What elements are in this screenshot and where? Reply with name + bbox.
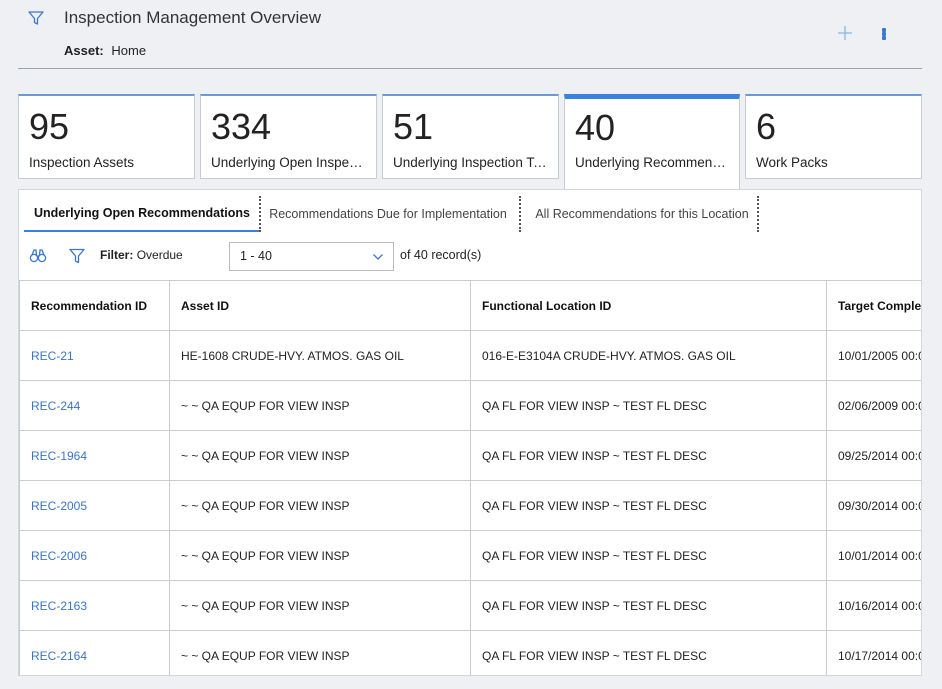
tab-recommendations-due[interactable]: Recommendations Due for Implementation [263,196,513,232]
target-date-cell: 09/25/2014 00:00 [826,430,921,481]
tab-all-recommendations[interactable]: All Recommendations for this Location [525,196,759,232]
functional-location-cell: 016-E-E3104A CRUDE-HVY. ATMOS. GAS OIL [470,330,827,381]
table-row[interactable]: REC-2164 ~ ~ QA EQUP FOR VIEW INSP QA FL… [19,630,921,675]
filter-value: Overdue [136,248,183,262]
functional-location-cell: QA FL FOR VIEW INSP ~ TEST FL DESC [470,630,827,675]
tile-underlying-recommendations[interactable]: 40 Underlying Recommend... [564,94,740,190]
recommendations-table: Recommendation ID Asset ID Functional Lo… [19,280,921,675]
tile-underlying-inspection-tasks[interactable]: 51 Underlying Inspection Ta... [382,94,559,179]
column-header[interactable]: Functional Location ID [470,280,827,331]
target-date-cell: 10/01/2005 00:00 [826,330,921,381]
asset-id-cell: ~ ~ QA EQUP FOR VIEW INSP [169,480,471,531]
functional-location-cell: QA FL FOR VIEW INSP ~ TEST FL DESC [470,480,827,531]
tile-value: 51 [393,106,434,147]
target-date-cell: 10/01/2014 00:00 [826,530,921,581]
filter-icon[interactable] [28,10,44,26]
target-date-cell: 02/06/2009 00:00 [826,380,921,431]
recommendation-id-link[interactable]: REC-2163 [19,580,170,631]
page-range-select[interactable]: 1 - 40 [229,242,394,271]
asset-id-cell: ~ ~ QA EQUP FOR VIEW INSP [169,530,471,581]
page-range-value: 1 - 40 [240,249,272,263]
target-date-cell: 10/16/2014 00:00 [826,580,921,631]
plus-icon[interactable] [836,24,854,42]
table-row[interactable]: REC-2006 ~ ~ QA EQUP FOR VIEW INSP QA FL… [19,530,921,581]
table-row[interactable]: REC-1964 ~ ~ QA EQUP FOR VIEW INSP QA FL… [19,430,921,481]
tab-divider [259,196,261,232]
records-suffix: record(s) [431,248,482,262]
records-prefix: of [400,248,411,262]
functional-location-cell: QA FL FOR VIEW INSP ~ TEST FL DESC [470,430,827,481]
tile-inspection-assets[interactable]: 95 Inspection Assets [18,94,195,179]
functional-location-cell: QA FL FOR VIEW INSP ~ TEST FL DESC [470,530,827,581]
asset-id-cell: ~ ~ QA EQUP FOR VIEW INSP [169,380,471,431]
column-header[interactable]: Recommendation ID [19,280,170,331]
recommendation-id-link[interactable]: REC-2005 [19,480,170,531]
page-header: Inspection Management Overview Asset: Ho… [18,0,922,69]
chevron-down-icon [373,254,383,260]
asset-id-cell: HE-1608 CRUDE-HVY. ATMOS. GAS OIL [169,330,471,381]
tile-value: 95 [29,106,70,147]
tile-caption: Underlying Inspection Ta... [393,155,548,170]
target-date-cell: 09/30/2014 00:00 [826,480,921,531]
tile-value: 334 [211,106,272,147]
tab-divider [519,196,521,232]
tile-underlying-open-inspections[interactable]: 334 Underlying Open Inspect... [200,94,377,179]
target-date-cell: 10/17/2014 00:00 [826,630,921,675]
binoculars-icon[interactable] [29,248,47,264]
asset-breadcrumb: Asset: Home [64,43,146,58]
recommendation-id-link[interactable]: REC-244 [19,380,170,431]
functional-location-cell: QA FL FOR VIEW INSP ~ TEST FL DESC [470,380,827,431]
column-header[interactable]: Target Completion Date [826,280,921,331]
functional-location-cell: QA FL FOR VIEW INSP ~ TEST FL DESC [470,580,827,631]
recommendation-id-link[interactable]: REC-21 [19,330,170,381]
table-row[interactable]: REC-244 ~ ~ QA EQUP FOR VIEW INSP QA FL … [19,380,921,431]
kebab-menu-icon[interactable] [876,24,892,44]
asset-label: Asset: [64,43,104,58]
asset-value: Home [111,43,147,58]
tile-caption: Underlying Recommend... [575,155,730,170]
recommendation-id-link[interactable]: REC-1964 [19,430,170,481]
tile-value: 6 [756,106,777,147]
recommendation-id-link[interactable]: REC-2164 [19,630,170,675]
tile-caption: Underlying Open Inspect... [211,155,366,170]
table-header-row: Recommendation ID Asset ID Functional Lo… [19,280,921,331]
asset-id-cell: ~ ~ QA EQUP FOR VIEW INSP [169,430,471,481]
table-row[interactable]: REC-2005 ~ ~ QA EQUP FOR VIEW INSP QA FL… [19,480,921,531]
asset-id-cell: ~ ~ QA EQUP FOR VIEW INSP [169,630,471,675]
tab-divider [757,196,759,232]
records-count: 40 [413,248,428,262]
column-header[interactable]: Asset ID [169,280,471,331]
record-count: of 40 record(s) [400,248,481,262]
filter-label: Filter: [100,248,134,262]
asset-id-cell: ~ ~ QA EQUP FOR VIEW INSP [169,580,471,631]
filter-icon[interactable] [68,248,86,264]
tile-caption: Work Packs [756,155,828,170]
page-title: Inspection Management Overview [64,8,322,27]
tab-underlying-open-recommendations[interactable]: Underlying Open Recommendations [24,196,260,232]
tile-work-packs[interactable]: 6 Work Packs [745,94,922,179]
subtab-bar: Underlying Open Recommendations Recommen… [19,190,921,234]
recommendations-panel: Underlying Open Recommendations Recommen… [18,189,922,676]
table-row[interactable]: REC-21 HE-1608 CRUDE-HVY. ATMOS. GAS OIL… [19,330,921,381]
table-row[interactable]: REC-2163 ~ ~ QA EQUP FOR VIEW INSP QA FL… [19,580,921,631]
grid-toolbar: Filter: Overdue 1 - 40 of 40 record(s) [19,240,921,274]
tile-caption: Inspection Assets [29,155,135,170]
recommendation-id-link[interactable]: REC-2006 [19,530,170,581]
kpi-tiles: 95 Inspection Assets 334 Underlying Open… [18,94,922,190]
tile-value: 40 [575,107,616,148]
filter-summary: Filter: Overdue [100,248,183,262]
